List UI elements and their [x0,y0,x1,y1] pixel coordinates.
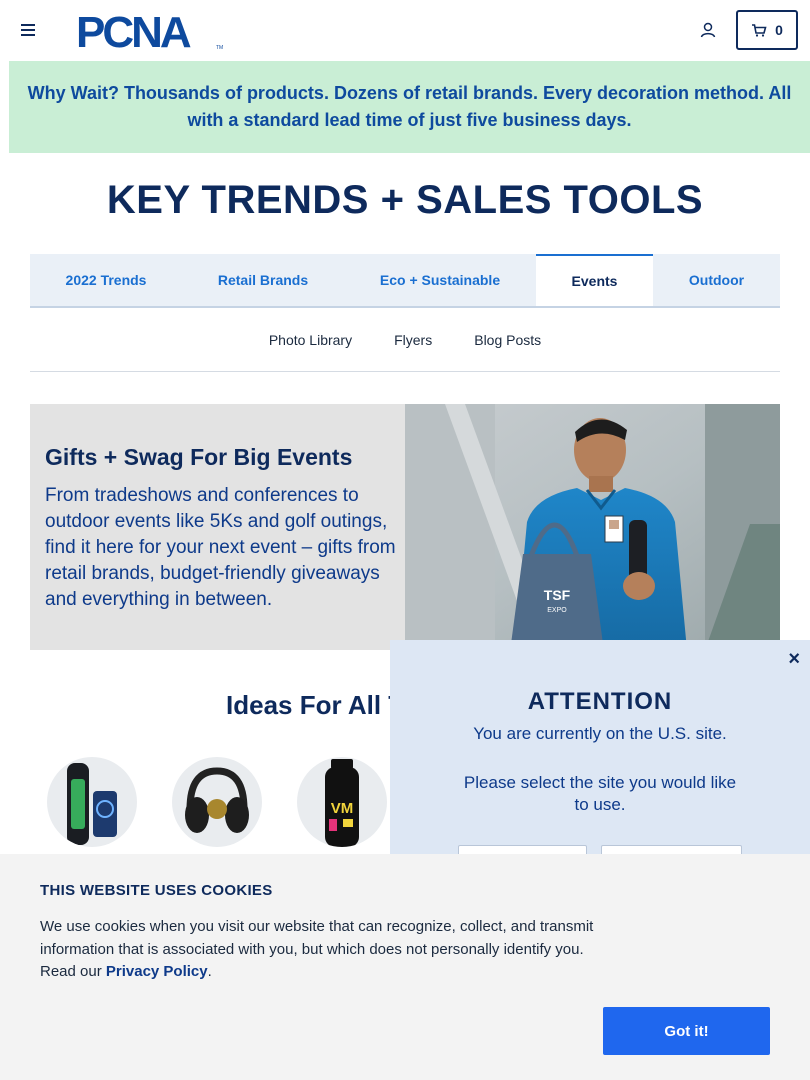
svg-text:TM: TM [216,45,223,50]
page-title: KEY TRENDS + SALES TOOLS [106,178,704,222]
menu-icon[interactable] [21,24,35,36]
cookie-text: We use cookies when you visit our websit… [40,916,610,984]
modal-title: ATTENTION [527,688,673,715]
cookie-banner: THIS WEBSITE USES COOKIES We use cookies… [0,854,810,1080]
account-icon[interactable] [699,21,717,39]
pcna-logo[interactable]: PCNA TM [76,10,224,50]
modal-current-site-text: You are currently on the U.S. site. [473,724,727,743]
product-headphones[interactable] [172,757,262,847]
privacy-policy-link[interactable]: Privacy Policy [106,963,208,980]
headphones-icon [185,767,249,833]
hero-title: Gifts + Swag For Big Events [45,444,353,470]
subnav-flyers[interactable]: Flyers [394,332,432,348]
cart-count: 0 [775,22,783,38]
product-bottle[interactable]: VM [297,757,387,847]
promo-banner: Why Wait? Thousands of products. Dozens … [9,61,810,153]
cart-icon [752,24,767,37]
hero-photo: TSF EXPO [405,404,780,650]
svg-text:EXPO: EXPO [547,607,567,614]
category-tabs: 2022 Trends Retail Brands Eco + Sustaina… [30,254,780,308]
bottle-icon: VM [325,759,359,847]
tab-2022-trends[interactable]: 2022 Trends [30,254,182,306]
modal-select-site-text: Please select the site you would like to… [463,773,737,814]
svg-text:TSF: TSF [544,587,571,603]
tab-events[interactable]: Events [536,254,653,306]
tab-eco-sustainable[interactable]: Eco + Sustainable [344,254,536,306]
tab-outdoor[interactable]: Outdoor [653,254,780,306]
cookie-title: THIS WEBSITE USES COOKIES [40,882,273,899]
accept-cookies-button[interactable]: Got it! [603,1007,770,1055]
ideas-heading: Ideas For All T [226,690,405,720]
hero-description: From tradeshows and conferences to outdo… [45,485,396,610]
smart-bottle-icon [67,763,117,845]
promo-text: Why Wait? Thousands of products. Dozens … [27,83,792,130]
sub-navigation: Photo Library Flyers Blog Posts [30,308,780,372]
subnav-photo-library[interactable]: Photo Library [269,332,352,348]
site-header: PCNA TM 0 [0,0,810,61]
product-smart-bottle[interactable] [47,757,137,847]
hero-banner: Gifts + Swag For Big Events From tradesh… [30,404,780,650]
svg-text:VM: VM [331,800,354,817]
cookie-period: . [207,963,212,980]
cart-button[interactable]: 0 [736,10,798,50]
hero-text-block: Gifts + Swag For Big Events From tradesh… [45,444,410,613]
svg-text:PCNA: PCNA [76,10,191,50]
tab-retail-brands[interactable]: Retail Brands [182,254,344,306]
subnav-blog-posts[interactable]: Blog Posts [474,332,541,348]
close-icon[interactable]: × [788,648,800,671]
